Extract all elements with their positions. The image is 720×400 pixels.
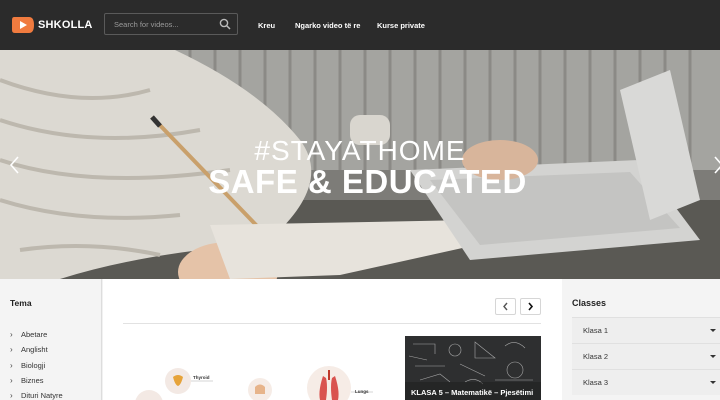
chevron-right-icon: › [10,330,13,339]
chevron-right-icon [528,302,534,311]
topics-sidebar: Tema › Abetare › Anglisht › Biologji › Bizne… [0,279,102,400]
video-title: KLASA 5 – Matematikë – Pjesëtimi [411,388,534,397]
search-icon[interactable] [219,18,231,30]
brand-logo[interactable]: SHKOLLA [11,0,93,50]
video-thumbnail[interactable]: Thyroid Lungs [123,336,399,400]
hero-subheadline: SAFE & EDUCATED [208,163,527,200]
topic-item[interactable]: › Dituri Natyre [10,391,63,400]
caret-down-icon [710,329,716,332]
thyroid-label: Thyroid [193,375,210,380]
brand-name: SHKOLLA [38,19,93,31]
carousel-prev-button[interactable] [495,298,516,315]
chevron-right-icon: › [10,345,13,354]
topic-item[interactable]: › Biznes [10,376,44,385]
classes-sidebar: Classes Klasa 1 Klasa 2 Klasa 3 [562,279,720,400]
hero-slider: #STAYATHOME SAFE & EDUCATED [0,50,720,279]
slider-prev-icon[interactable] [7,154,21,176]
topic-item[interactable]: › Biologji [10,361,45,370]
topics-title: Tema [10,298,32,308]
classes-title: Classes [572,298,607,308]
video-thumbnail[interactable]: KLASA 5 – Matematikë – Pjesëtimi [405,336,541,400]
chevron-right-icon: › [10,361,13,370]
chevron-right-icon: › [10,391,13,400]
nav-home[interactable]: Kreu [258,0,275,50]
search-input[interactable] [105,19,213,29]
nav-upload-video[interactable]: Ngarko video të re [295,0,360,50]
search-box[interactable] [104,13,238,35]
chevron-right-icon: › [10,376,13,385]
lungs-label: Lungs [355,389,369,394]
logo-icon [12,17,34,33]
caret-down-icon [710,355,716,358]
topic-item[interactable]: › Anglisht [10,345,48,354]
caret-down-icon [710,381,716,384]
nav-private-courses[interactable]: Kurse private [377,0,425,50]
video-carousel: Thyroid Lungs KLASA 5 – Matematikë – Pje… [103,279,562,400]
topic-item[interactable]: › Abetare [10,330,47,339]
top-navbar: SHKOLLA Kreu Ngarko video të re Kurse pr… [0,0,720,50]
class-dropdown[interactable]: Klasa 3 [572,369,720,395]
divider [123,323,541,324]
slider-next-icon[interactable] [712,154,720,176]
chevron-left-icon [503,302,508,311]
carousel-next-button[interactable] [520,298,541,315]
class-dropdown[interactable]: Klasa 1 [572,317,720,343]
class-dropdown[interactable]: Klasa 2 [572,343,720,369]
